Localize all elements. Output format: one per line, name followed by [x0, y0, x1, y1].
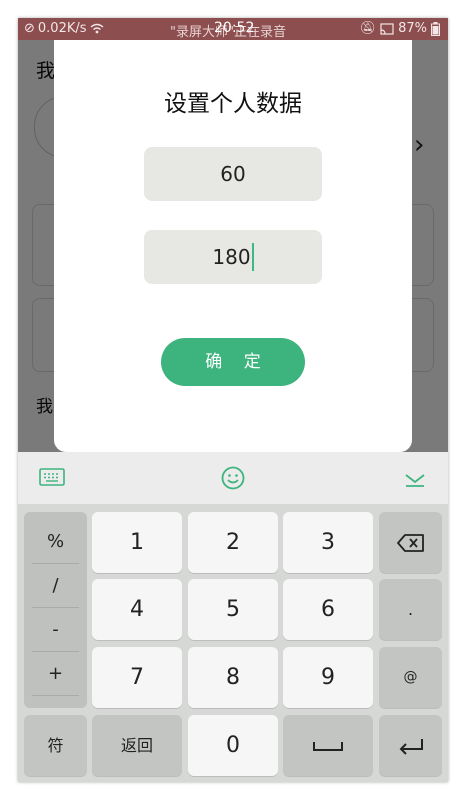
text-cursor [251, 242, 254, 271]
backspace-icon [396, 534, 424, 552]
weight-input[interactable]: 60 [144, 147, 322, 201]
wifi-icon [90, 23, 103, 34]
phone-screen: ⊘ 0.02K/s "录屏大师"正在录音 20:52 🔕︎ 87% 设置个人数据… [18, 18, 448, 782]
key-5[interactable]: 5 [188, 579, 278, 640]
network-speed: 0.02K/s [37, 21, 87, 36]
key-8[interactable]: 8 [188, 647, 278, 708]
confirm-button[interactable]: 确 定 [161, 338, 305, 386]
numeric-keyboard: % / - + 1 2 3 4 5 6 . 7 8 9 @ 符 返回 0 [18, 504, 448, 782]
battery-text: 87% [398, 21, 427, 36]
status-bar: ⊘ 0.02K/s "录屏大师"正在录音 20:52 🔕︎ 87% [18, 18, 448, 40]
emoji-icon[interactable] [221, 466, 245, 490]
key-9[interactable]: 9 [283, 647, 373, 708]
backspace-key[interactable] [379, 512, 442, 573]
personal-data-dialog: 设置个人数据 60 180 确 定 [54, 40, 412, 452]
height-input[interactable]: 180 [144, 230, 322, 284]
silent-bell-icon: 🔕︎ [359, 21, 377, 36]
key-percent[interactable]: % [32, 520, 79, 564]
space-key[interactable] [283, 715, 373, 776]
status-time: 20:52 [214, 20, 255, 36]
weight-value: 60 [220, 162, 246, 186]
key-slash[interactable]: / [32, 564, 79, 608]
key-7[interactable]: 7 [92, 647, 182, 708]
hide-keyboard-icon[interactable] [404, 472, 426, 488]
key-1[interactable]: 1 [92, 512, 182, 573]
height-value: 180 [212, 245, 251, 269]
space-icon [313, 742, 343, 751]
key-minus[interactable]: - [32, 608, 79, 652]
key-plus[interactable]: + [32, 652, 79, 696]
key-period[interactable]: . [379, 579, 442, 640]
key-3[interactable]: 3 [283, 512, 373, 573]
battery-icon [431, 21, 440, 36]
keyboard-toolbar [18, 452, 448, 504]
symbols-key[interactable]: 符 [24, 715, 87, 776]
cast-icon [380, 22, 394, 35]
status-right: 🔕︎ 87% [360, 21, 440, 36]
key-at[interactable]: @ [379, 647, 442, 708]
symbol-column: % / - + [24, 512, 87, 708]
key-6[interactable]: 6 [283, 579, 373, 640]
keyboard-switch-icon[interactable] [39, 468, 65, 486]
enter-key[interactable] [379, 715, 442, 776]
key-4[interactable]: 4 [92, 579, 182, 640]
key-0[interactable]: 0 [188, 715, 278, 776]
dialog-title: 设置个人数据 [164, 91, 302, 117]
no-disturb-icon: ⊘ [24, 21, 35, 36]
back-key[interactable]: 返回 [92, 715, 182, 776]
status-left: ⊘ 0.02K/s [24, 21, 104, 36]
key-2[interactable]: 2 [188, 512, 278, 573]
enter-icon [399, 739, 423, 755]
